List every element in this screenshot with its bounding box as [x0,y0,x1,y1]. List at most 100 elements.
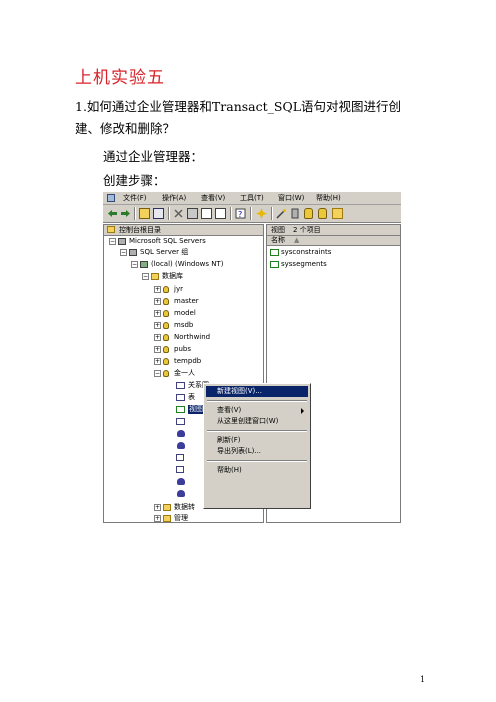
tree-node-db-northwind[interactable]: Northwind [174,333,210,342]
menu-action[interactable]: 操作(A) [162,193,186,203]
tree-node-views-selected[interactable]: 视图 [188,405,204,414]
view-icon [270,261,279,268]
tree-node-databases[interactable]: 数据库 [162,272,183,281]
back-arrow-icon[interactable] [107,208,118,219]
menu-new-window[interactable]: 从这里创建窗口(W) [206,416,308,427]
details-header: 视图 2 个项目 [267,225,400,236]
page-number: 1 [420,675,426,684]
database-icon [163,370,169,377]
app-icon [107,194,115,202]
diagram-icon [176,382,185,389]
menu-separator [207,460,307,462]
menu-refresh[interactable]: 刷新(F) [206,435,308,446]
menu-file[interactable]: 文件(F) [123,193,147,203]
question-text: 1.如何通过企业管理器和Transact_SQL语句对视图进行创建、修改和删除？ [75,99,401,136]
tree-node-db-pubs[interactable]: pubs [174,345,191,354]
tree-node-db-master[interactable]: master [174,297,199,306]
forward-arrow-icon[interactable] [120,208,131,219]
open-folder-icon[interactable] [332,208,343,219]
view-icon [270,249,279,256]
view-item-syssegments[interactable]: syssegments [281,260,327,269]
page-title: 上机实验五 [75,68,165,88]
users-icon [177,430,185,437]
tree-node-dts[interactable]: 数据转 [174,503,195,512]
expand-toggle[interactable]: + [154,334,161,341]
tree-node-db-tempdb[interactable]: tempdb [174,357,201,366]
paragraph-create-steps: 创建步骤： [103,173,166,188]
database-icon [163,358,169,365]
toolbar: ? [103,205,401,223]
defaults-icon [176,466,184,473]
menu-help[interactable]: 帮助(H) [206,465,308,476]
properties-icon[interactable] [187,208,198,219]
tree-node-management[interactable]: 管理 [174,514,188,523]
collapse-toggle[interactable]: − [120,249,127,256]
register-server-icon[interactable] [290,208,301,219]
functions-icon [177,490,185,497]
databases-folder-icon [151,273,159,280]
tree-node-db-jyr[interactable]: jyr [174,285,183,294]
up-folder-icon[interactable] [139,208,150,219]
menu-view[interactable]: 查看(V) [201,193,225,203]
collapse-toggle[interactable]: − [109,238,116,245]
collapse-toggle[interactable]: − [142,273,149,280]
stored-procedure-icon [176,418,185,425]
dts-folder-icon [163,504,171,511]
sql-servers-icon [118,238,126,245]
new-database-icon[interactable] [304,208,313,219]
refresh-icon[interactable] [201,208,212,219]
view-icon [176,406,185,413]
collapse-toggle[interactable]: − [131,261,138,268]
menu-new-view[interactable]: 新建视图(V)... [206,386,308,397]
menu-separator [207,430,307,432]
expand-toggle[interactable]: + [154,358,161,365]
menu-window[interactable]: 窗口(W) [278,193,304,203]
tree-node-db-jinyiren[interactable]: 金一人 [174,369,195,378]
menu-view-label: 查看(V) [217,406,242,414]
export-list-icon[interactable] [215,208,226,219]
expand-toggle[interactable]: + [154,515,161,522]
management-folder-icon [163,515,171,522]
name-column-label: 名称 [271,236,285,244]
name-column-header[interactable]: 名称 ▲ [267,236,400,246]
user-defined-types-icon [177,478,185,485]
menu-view-submenu[interactable]: 查看(V) [206,405,308,416]
tree-node-db-model[interactable]: model [174,309,196,318]
menu-help[interactable]: 帮助(H) [316,193,341,203]
expand-toggle[interactable]: + [154,504,161,511]
context-menu: 新建视图(V)... 查看(V) 从这里创建窗口(W) 刷新(F) 导出列表(L… [203,383,311,509]
show-tree-icon[interactable] [153,208,164,219]
database-icon [163,286,169,293]
help-icon[interactable]: ? [235,208,246,219]
expand-toggle[interactable]: + [154,298,161,305]
expand-toggle[interactable]: + [154,346,161,353]
database-icon [163,322,169,329]
expand-toggle[interactable]: + [154,310,161,317]
server-running-icon [140,261,148,268]
tree-node-local-server[interactable]: (local) (Windows NT) [151,260,223,269]
tree-node-tables[interactable]: 表 [188,393,195,402]
tree-node-sql-servers[interactable]: Microsoft SQL Servers [129,237,206,246]
tree-node-db-msdb[interactable]: msdb [174,321,193,330]
menu-tools[interactable]: 工具(T) [240,193,264,203]
collapse-toggle[interactable]: − [154,370,161,377]
menu-bar: 文件(F) 操作(A) 查看(V) 工具(T) 窗口(W) 帮助(H) [103,192,401,205]
delete-icon[interactable] [173,208,184,219]
svg-text:?: ? [238,210,242,219]
server-group-icon [129,249,137,256]
menu-export-list[interactable]: 导出列表(L)... [206,446,308,457]
menu-separator [207,400,307,402]
database-icon [163,334,169,341]
database-icon [163,310,169,317]
tree-node-server-group[interactable]: SQL Server 组 [140,248,188,257]
new-login-icon[interactable] [318,208,327,219]
expand-toggle[interactable]: + [154,322,161,329]
new-star-icon[interactable] [256,208,267,219]
tree-header-label: 控制台根目录 [119,226,161,234]
details-item-count: 2 个项目 [293,226,321,234]
expand-toggle[interactable]: + [154,286,161,293]
tree-header: 控制台根目录 [104,225,263,236]
view-item-sysconstraints[interactable]: sysconstraints [281,248,331,257]
enterprise-manager-screenshot: 文件(F) 操作(A) 查看(V) 工具(T) 窗口(W) 帮助(H) ? 控制… [103,192,401,523]
wizard-icon[interactable] [276,208,287,219]
